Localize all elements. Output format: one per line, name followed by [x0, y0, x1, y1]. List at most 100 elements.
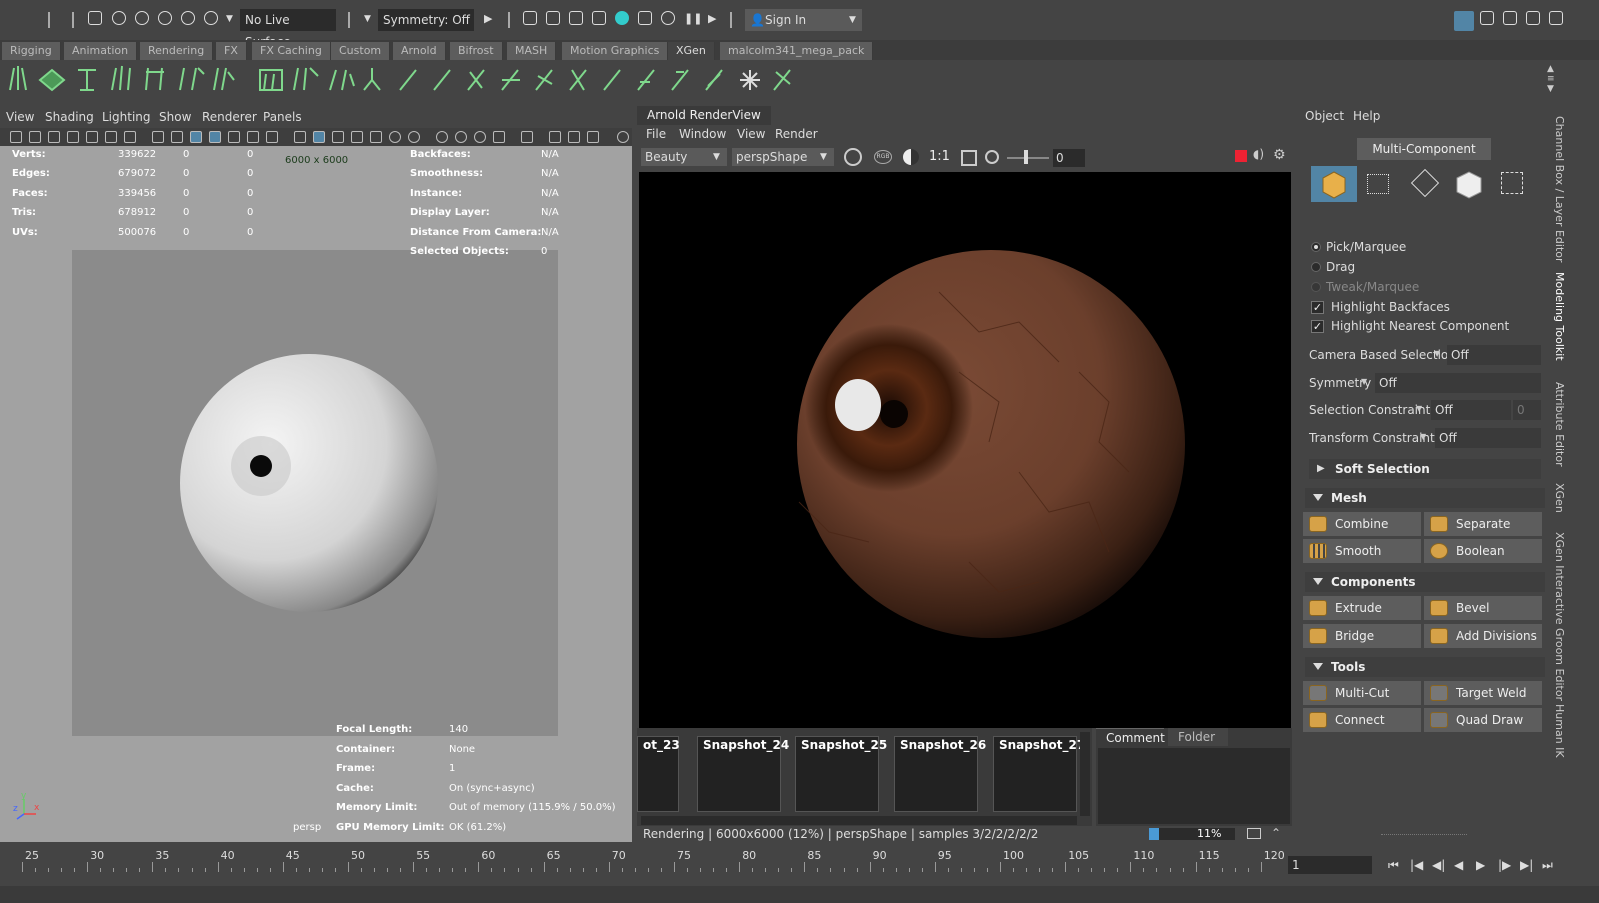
select-by-hierarchy-icon[interactable]	[88, 11, 102, 25]
soft-selection-header[interactable]: ▶ Soft Selection	[1309, 459, 1541, 479]
isolate-select-icon[interactable]	[521, 131, 533, 143]
range-slider[interactable]	[0, 886, 1599, 903]
multi-cut-button[interactable]: Multi-Cut	[1303, 681, 1421, 705]
side-tab-xgen[interactable]: XGen	[1553, 483, 1566, 513]
render-audio-icon[interactable]: ◖)	[1253, 147, 1264, 161]
render-image[interactable]	[639, 172, 1291, 728]
object-mode-button[interactable]	[1311, 166, 1357, 202]
snapshot-camera-icon[interactable]	[1247, 828, 1261, 839]
step-forward-key-icon[interactable]: |▶	[1498, 858, 1512, 872]
render-settings-icon[interactable]	[592, 11, 606, 25]
components-section-header[interactable]: Components	[1305, 572, 1545, 592]
separator-handle[interactable]	[508, 12, 510, 28]
pause-icon[interactable]: ❚❚	[684, 12, 702, 25]
exposure-input[interactable]: 0	[1053, 149, 1085, 167]
go-to-start-icon[interactable]: ⏮	[1388, 858, 1402, 872]
lasso-select-icon[interactable]	[112, 11, 126, 25]
rv-menu-view[interactable]: View	[737, 127, 765, 141]
radio-pick-marquee[interactable]	[1311, 242, 1321, 252]
stop-render-icon[interactable]	[1235, 150, 1247, 162]
wireframe-on-shaded-icon[interactable]	[332, 131, 344, 143]
play-forwards-icon[interactable]: ▶	[1476, 858, 1490, 872]
live-surface-field[interactable]: No Live Surface	[240, 9, 336, 49]
ipr-render-icon[interactable]	[569, 11, 583, 25]
symmetry-field[interactable]: Symmetry: Off	[378, 9, 474, 31]
go-to-end-icon[interactable]: ⏭	[1542, 858, 1556, 872]
time-slider[interactable]: 25 30 35 40 45 50 55 60 65 70 75 80 85 90 95 100 105 110 1…	[0, 846, 1285, 886]
gate-mask-icon[interactable]	[190, 131, 202, 143]
menu-show[interactable]: Show	[159, 110, 191, 124]
shelf-tab-xgen[interactable]: XGen	[668, 42, 715, 60]
expand-arrow-icon[interactable]: ▶	[708, 12, 716, 25]
exposure-toggle-icon[interactable]	[903, 149, 919, 165]
render-sequence-icon[interactable]	[546, 11, 560, 25]
tool-settings-toggle-icon[interactable]	[1503, 11, 1517, 25]
side-tab-channel-box[interactable]: Channel Box / Layer Editor	[1553, 116, 1566, 263]
chevron-down-icon[interactable]: ▼	[1420, 432, 1426, 441]
exposure-slider[interactable]	[1007, 157, 1049, 159]
combine-button[interactable]: Combine	[1303, 512, 1421, 536]
mt-menu-help[interactable]: Help	[1353, 109, 1380, 123]
modeling-toolkit-toggle-icon[interactable]	[1526, 11, 1540, 25]
shelf-tab-malcolm341[interactable]: malcolm341_mega_pack	[720, 42, 874, 60]
ambient-occlusion-icon[interactable]	[436, 131, 448, 143]
add-divisions-button[interactable]: Add Divisions	[1424, 624, 1542, 648]
symmetry-field[interactable]: Off	[1375, 373, 1541, 393]
menu-panels[interactable]: Panels	[263, 110, 302, 124]
camera-select-icon[interactable]	[10, 131, 22, 143]
rv-menu-window[interactable]: Window	[679, 127, 726, 141]
shelf-tab-bifrost[interactable]: Bifrost	[450, 42, 503, 60]
depth-of-field-icon[interactable]	[493, 131, 505, 143]
safe-title-icon[interactable]	[247, 131, 259, 143]
bevel-button[interactable]: Bevel	[1424, 596, 1542, 620]
aov-dropdown[interactable]: Beauty ▼	[641, 148, 727, 166]
expand-up-icon[interactable]: ⌃	[1271, 826, 1281, 840]
shelf-tab-motion-graphics[interactable]: Motion Graphics	[562, 42, 669, 60]
rv-menu-render[interactable]: Render	[775, 127, 818, 141]
hud-icon[interactable]	[266, 131, 278, 143]
smooth-shade-icon[interactable]	[313, 131, 325, 143]
textured-icon[interactable]	[370, 131, 382, 143]
default-material-icon[interactable]	[351, 131, 363, 143]
extrude-button[interactable]: Extrude	[1303, 596, 1421, 620]
face-mode-icon[interactable]	[1453, 168, 1485, 200]
snapshot-thumb[interactable]: ot_23	[637, 736, 680, 812]
renderview-title-tab[interactable]: Arnold RenderView	[637, 106, 771, 125]
attribute-editor-toggle-icon[interactable]	[1480, 11, 1494, 25]
xray-icon[interactable]	[549, 131, 561, 143]
tools-section-header[interactable]: Tools	[1305, 657, 1545, 677]
camera-based-selection-field[interactable]: Off	[1447, 345, 1541, 365]
chevron-down-icon[interactable]: ▼	[226, 14, 233, 24]
snap-curve-icon[interactable]	[181, 11, 195, 25]
smooth-button[interactable]: Smooth	[1303, 539, 1421, 563]
checkbox-highlight-backfaces[interactable]: ✓	[1311, 301, 1324, 314]
chevron-down-icon[interactable]: ▼	[1361, 377, 1367, 386]
checkbox-highlight-nearest[interactable]: ✓	[1311, 320, 1324, 333]
shelf-tab-mash[interactable]: MASH	[507, 42, 557, 60]
snapshot-thumb[interactable]: Snapshot_26	[894, 736, 986, 812]
rv-menu-file[interactable]: File	[646, 127, 666, 141]
vertex-mode-icon[interactable]	[1367, 174, 1389, 194]
sign-in-button[interactable]: 👤 Sign In ▼	[745, 9, 862, 31]
mesh-section-header[interactable]: Mesh	[1305, 488, 1545, 508]
paint-select-icon[interactable]	[135, 11, 149, 25]
zoom-ratio-label[interactable]: 1:1	[929, 149, 950, 164]
resolution-gate-icon[interactable]	[171, 131, 183, 143]
expand-arrow-icon[interactable]: ▶	[484, 12, 492, 25]
current-frame-input[interactable]: 1	[1288, 856, 1372, 874]
settings-gear-icon[interactable]: ⚙	[1273, 147, 1286, 163]
radio-drag[interactable]	[1311, 262, 1321, 272]
target-weld-button[interactable]: Target Weld	[1424, 681, 1542, 705]
snapshot-hscrollbar[interactable]	[641, 816, 1077, 825]
separator-handle[interactable]	[730, 12, 732, 28]
xray-joints-icon[interactable]	[568, 131, 580, 143]
selection-constraint-field[interactable]: Off	[1431, 400, 1511, 420]
wireframe-icon[interactable]	[294, 131, 306, 143]
snapshot-thumb[interactable]: Snapshot_25	[795, 736, 887, 812]
separator-handle[interactable]	[72, 12, 74, 28]
shelf-tab-fx[interactable]: FX	[216, 42, 247, 60]
chevron-down-icon[interactable]: ▼	[1434, 349, 1440, 358]
image-plane-icon[interactable]	[67, 131, 79, 143]
shadows-icon[interactable]	[408, 131, 420, 143]
motion-blur-icon[interactable]	[455, 131, 467, 143]
